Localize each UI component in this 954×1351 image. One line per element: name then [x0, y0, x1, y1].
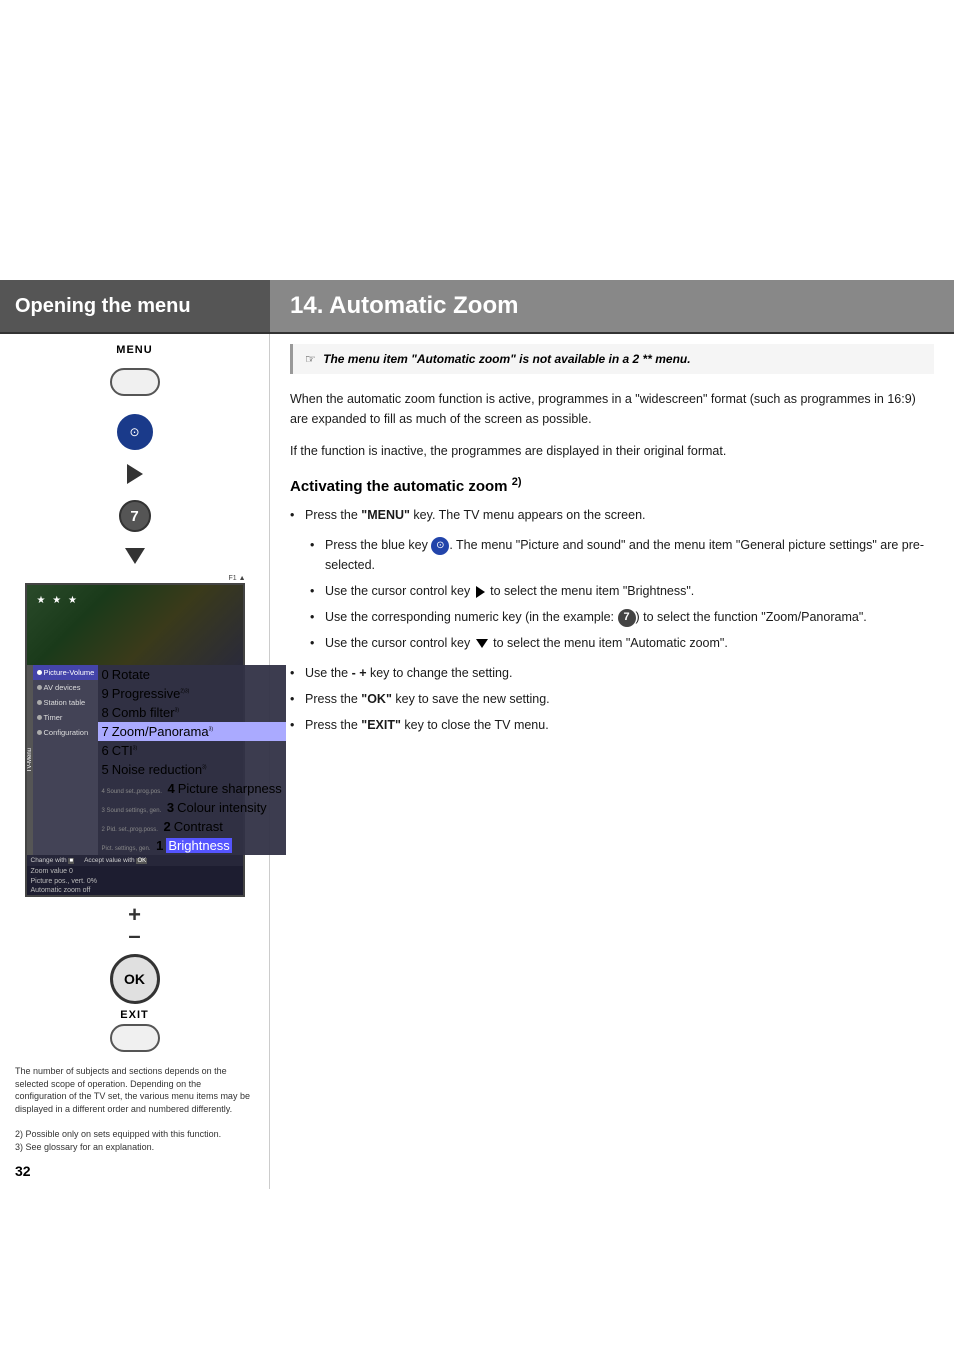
tv-menu-config-label: Configuration — [44, 728, 89, 737]
left-footer: The number of subjects and sections depe… — [15, 1065, 254, 1153]
tv-menu-timer: Timer — [33, 710, 98, 725]
exit-label: EXIT — [120, 1009, 148, 1021]
tv-right-9: 9Progressive2)3) — [98, 684, 286, 703]
tv-menu-overlay: TV-Menu Picture-Volume AV devices — [27, 665, 243, 855]
note-box: ☞ The menu item "Automatic zoom" is not … — [290, 344, 934, 374]
tv-vertical-label: TV-Menu — [27, 748, 33, 772]
tv-zoom-value: Zoom value 0 — [27, 866, 243, 877]
tv-right-2: 2 Pid. set.,prog.poss. 2Contrast — [98, 817, 286, 836]
subsection-title: Activating the automatic zoom 2) — [290, 476, 934, 495]
indented-step-2: Use the cursor control key to select the… — [310, 581, 934, 601]
step-press-menu: Press the "MENU" key. The TV menu appear… — [290, 505, 934, 525]
exit-button[interactable] — [110, 1024, 160, 1052]
indented-step-4: Use the cursor control key to select the… — [310, 633, 934, 653]
tv-right-8: 8Comb filter3) — [98, 703, 286, 722]
body-paragraph-2: If the function is inactive, the program… — [290, 441, 934, 461]
tv-right-3: 3 Sound settings, gen. 3Colour intensity — [98, 798, 286, 817]
tv-menu-station-table: Station table — [33, 695, 98, 710]
menu-label: MENU — [116, 344, 152, 356]
footer-note-1: The number of subjects and sections depe… — [15, 1065, 254, 1115]
tv-menu-indicators: F1 ▲ — [20, 575, 250, 582]
down-btn-area — [15, 542, 254, 570]
exit-area: EXIT — [15, 1009, 254, 1055]
menu-button[interactable] — [110, 368, 160, 396]
tv-picture-pos: Picture pos., vert. 0% — [27, 877, 243, 886]
play-button[interactable] — [127, 464, 143, 484]
tv-right-panel: 0Rotate 9Progressive2)3) 8Comb filter3) … — [98, 665, 286, 855]
subsection-title-text: Activating the automatic zoom — [290, 478, 508, 495]
down-button[interactable] — [125, 548, 145, 564]
tv-menu-sidebar: Picture-Volume AV devices Station table — [33, 665, 98, 855]
right-section-title: 14. Automatic Zoom — [290, 292, 518, 320]
tv-menu-picture-volume-label: Picture-Volume — [44, 668, 95, 677]
down-arrow-icon — [476, 639, 488, 648]
ok-button[interactable]: OK — [110, 954, 160, 1004]
footer-note-2: 2) Possible only on sets equipped with t… — [15, 1128, 254, 1141]
number-7-label: 7 — [130, 508, 138, 525]
tv-zoom-info-bar: Change with ■ Accept value with OK — [27, 855, 243, 866]
main-steps-list: Press the "MENU" key. The TV menu appear… — [290, 505, 934, 525]
final-step-2: Press the "OK" key to save the new setti… — [290, 689, 934, 709]
tv-screen-image: ★ ★ ★ — [27, 585, 243, 665]
tv-menu-timer-label: Timer — [44, 713, 63, 722]
left-column: MENU ⊙ 7 F1 ▲ — [0, 334, 270, 1189]
tv-menu-configuration: Configuration — [33, 725, 98, 740]
left-section-title: Opening the menu — [15, 295, 191, 318]
footer-note-3: 3) See glossary for an explanation. — [15, 1141, 254, 1154]
tv-right-0: 0Rotate — [98, 665, 286, 684]
final-step-1: Use the - + key to change the setting. — [290, 663, 934, 683]
blue-circle-button[interactable]: ⊙ — [117, 414, 153, 450]
number-btn-area: 7 — [15, 494, 254, 538]
header-left: Opening the menu — [0, 280, 270, 332]
top-whitespace — [0, 0, 954, 280]
blue-key-icon: ⊙ — [431, 537, 449, 555]
tv-menu-picture-volume: Picture-Volume — [33, 665, 98, 680]
right-arrow-icon — [476, 586, 485, 598]
number-7-button[interactable]: 7 — [119, 500, 151, 532]
indented-step-3: Use the corresponding numeric key (in th… — [310, 607, 934, 627]
header-right: 14. Automatic Zoom — [270, 280, 954, 332]
play-btn-area — [15, 458, 254, 490]
minus-symbol: – — [128, 923, 140, 949]
final-steps-list: Use the - + key to change the setting. P… — [290, 663, 934, 735]
header-banner: Opening the menu 14. Automatic Zoom — [0, 280, 954, 332]
final-step-3: Press the "EXIT" key to close the TV men… — [290, 715, 934, 735]
tv-menu-av-devices: AV devices — [33, 680, 98, 695]
right-column: ☞ The menu item "Automatic zoom" is not … — [270, 334, 954, 1189]
tv-right-7: 7Zoom/Panorama3) — [98, 722, 286, 741]
change-with-label: Change with ■ — [31, 857, 75, 864]
indented-step-1: Press the blue key ⊙. The menu "Picture … — [310, 535, 934, 575]
remote-menu-area: MENU — [15, 344, 254, 400]
tv-menu-av-label: AV devices — [44, 683, 81, 692]
tv-stars: ★ ★ ★ — [37, 595, 79, 606]
page-number: 32 — [15, 1163, 254, 1179]
tv-menu-display: F1 ▲ ★ ★ ★ TV-Menu Picture- — [20, 575, 250, 897]
note-text: The menu item "Automatic zoom" is not av… — [323, 352, 690, 366]
blue-btn-area: ⊙ — [15, 410, 254, 454]
tv-right-5: 5Noise reduction3) — [98, 760, 286, 779]
circle-7-icon: 7 — [618, 609, 636, 627]
tv-menu-station-label: Station table — [44, 698, 86, 707]
body-paragraph-1: When the automatic zoom function is acti… — [290, 389, 934, 429]
tv-right-1: Pict. settings, gen. 1Brightness — [98, 836, 286, 855]
tv-right-6: 6CTI3) — [98, 741, 286, 760]
tv-auto-zoom: Automatic zoom off — [27, 886, 243, 895]
tv-screen: ★ ★ ★ TV-Menu Picture-Volume — [25, 583, 245, 897]
plus-minus-area: + – — [15, 902, 254, 949]
blue-button-icon: ⊙ — [129, 425, 139, 439]
tv-right-4: 4 Sound set.,prog.pos. 4Picture sharpnes… — [98, 779, 286, 798]
indented-steps-list: Press the blue key ⊙. The menu "Picture … — [310, 535, 934, 653]
accept-value-label: Accept value with OK — [84, 857, 147, 864]
note-icon: ☞ — [305, 352, 316, 366]
subsection-footnote: 2) — [512, 476, 522, 488]
ok-label: OK — [124, 971, 145, 987]
main-content: MENU ⊙ 7 F1 ▲ — [0, 332, 954, 1189]
